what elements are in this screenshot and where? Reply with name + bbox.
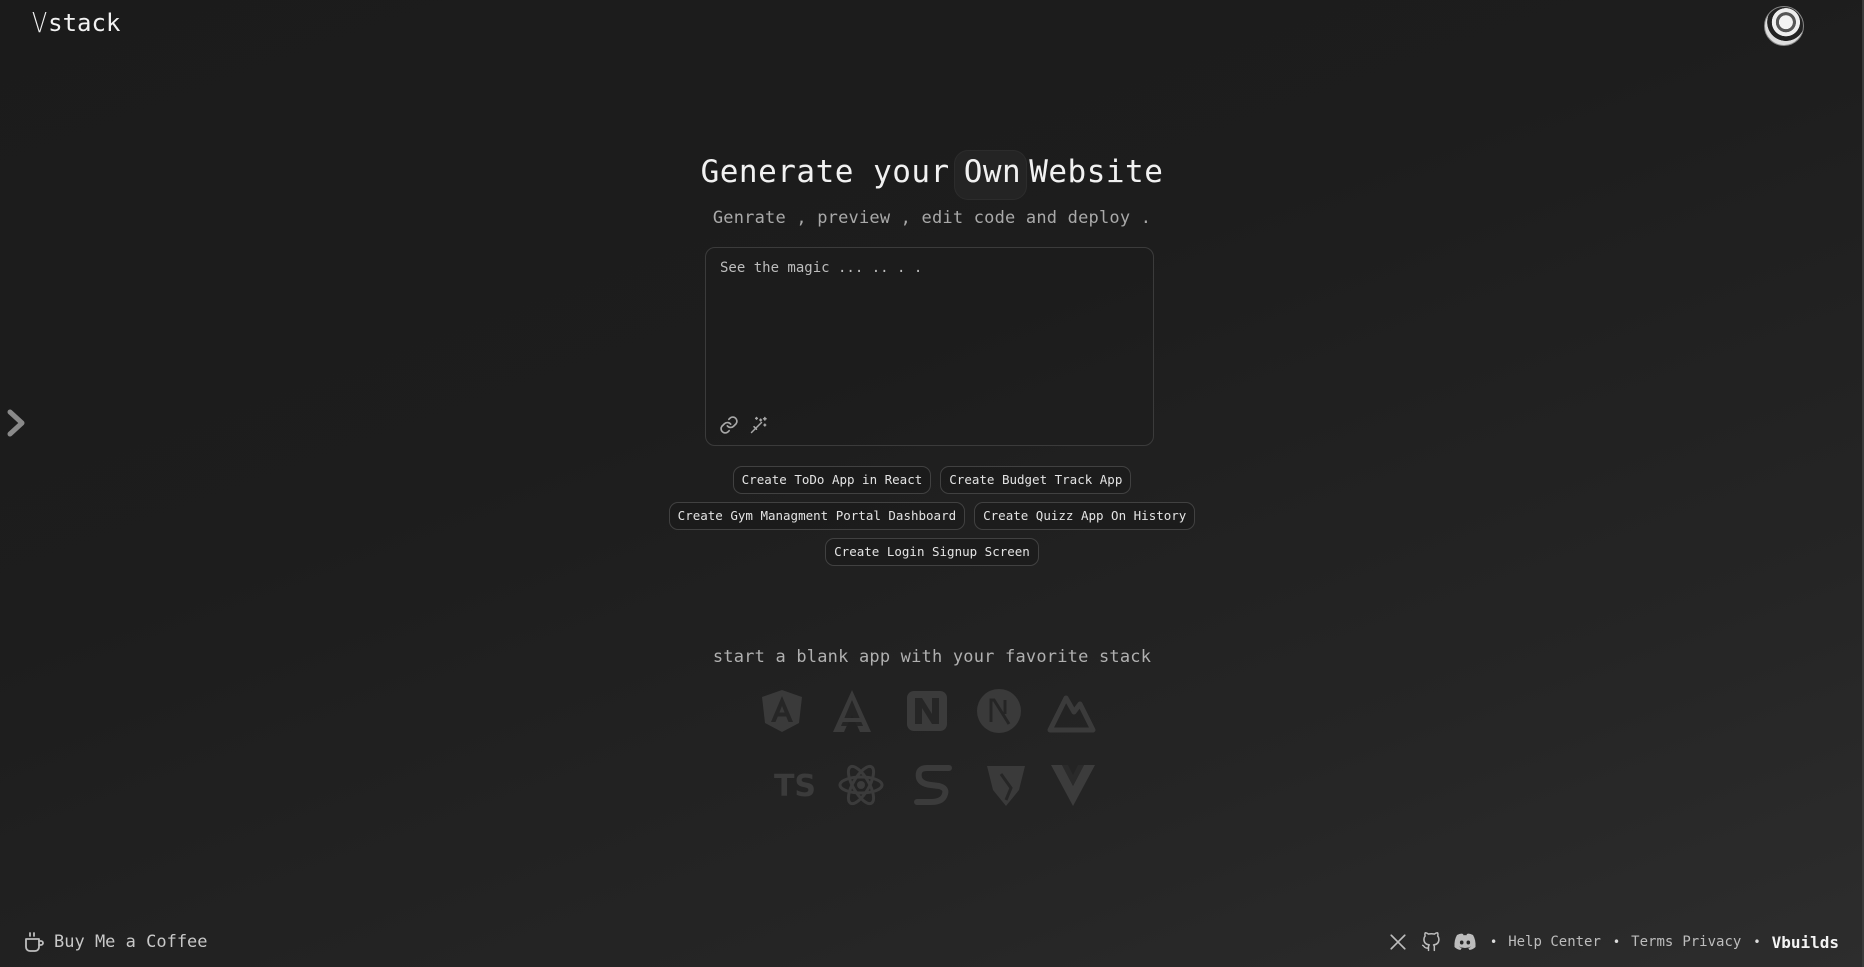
page-subtitle: Genrate , preview , edit code and deploy… (712, 208, 1152, 228)
angular-icon[interactable] (757, 686, 807, 736)
prompt-input[interactable] (718, 258, 1142, 402)
buy-me-a-coffee-link[interactable]: Buy Me a Coffee (22, 930, 208, 954)
suggestion-gym-dashboard[interactable]: Create Gym Managment Portal Dashboard (668, 502, 966, 530)
title-highlight: Own (953, 150, 1027, 200)
title-start: Generate your (700, 154, 950, 190)
github-link[interactable] (1419, 930, 1443, 954)
chevron-right-icon (7, 409, 25, 437)
chip-row: Create ToDo App in React Create Budget T… (732, 466, 1132, 494)
sidebar-toggle-button[interactable] (6, 408, 28, 438)
suggestion-chips: Create ToDo App in React Create Budget T… (0, 466, 1864, 566)
discord-link[interactable] (1452, 930, 1478, 954)
stack-heading: start a blank app with your favorite sta… (712, 647, 1152, 667)
vbuilds-brand-link[interactable]: Vbuilds (1772, 933, 1839, 952)
link-icon (720, 416, 738, 434)
nuxt-icon[interactable] (902, 686, 952, 736)
qwik-icon[interactable] (981, 760, 1031, 810)
react-icon[interactable] (836, 760, 886, 810)
footer-separator: • (1753, 935, 1761, 949)
github-icon (1421, 932, 1440, 952)
discord-icon (1454, 933, 1476, 950)
prompt-box (705, 247, 1154, 446)
terms-link[interactable]: Terms (1631, 934, 1673, 950)
title-end: Website (1029, 154, 1164, 190)
nextjs-icon[interactable] (974, 686, 1024, 736)
chip-row: Create Login Signup Screen (825, 538, 1039, 566)
logo[interactable]: V stack (30, 8, 120, 38)
help-center-link[interactable]: Help Center (1508, 934, 1601, 950)
footer-links: • Help Center • Terms Privacy • Vbuilds (1377, 930, 1839, 954)
analog-icon[interactable] (827, 686, 877, 736)
page-title: Generate your Own Website (0, 150, 1864, 200)
logo-text: stack (48, 9, 121, 37)
user-avatar[interactable] (1764, 6, 1804, 46)
suggestion-login-signup[interactable]: Create Login Signup Screen (825, 538, 1039, 566)
logo-mark: V (31, 6, 48, 39)
coffee-cup-icon (25, 932, 44, 952)
astro-icon[interactable] (1046, 686, 1096, 736)
typescript-icon[interactable]: TS (770, 760, 820, 810)
x-twitter-link[interactable] (1386, 930, 1410, 954)
title-highlight-text: Own (963, 154, 1022, 190)
suggestion-quizz-history[interactable]: Create Quizz App On History (974, 502, 1196, 530)
x-icon (1390, 934, 1406, 950)
footer-separator: • (1612, 935, 1621, 949)
suggestion-budget-track[interactable]: Create Budget Track App (940, 466, 1132, 494)
suggestion-todo-react[interactable]: Create ToDo App in React (732, 466, 932, 494)
attach-link-button[interactable] (718, 414, 740, 436)
solid-icon[interactable] (909, 760, 959, 810)
footer-separator: • (1489, 935, 1498, 949)
magic-wand-icon (750, 416, 767, 434)
coffee-label: Buy Me a Coffee (54, 932, 208, 952)
vue-icon[interactable] (1048, 760, 1098, 810)
enhance-prompt-button[interactable] (748, 414, 770, 436)
privacy-link[interactable]: Privacy (1682, 934, 1741, 950)
typescript-label: TS (774, 769, 816, 804)
chip-row: Create Gym Managment Portal Dashboard Cr… (668, 502, 1196, 530)
